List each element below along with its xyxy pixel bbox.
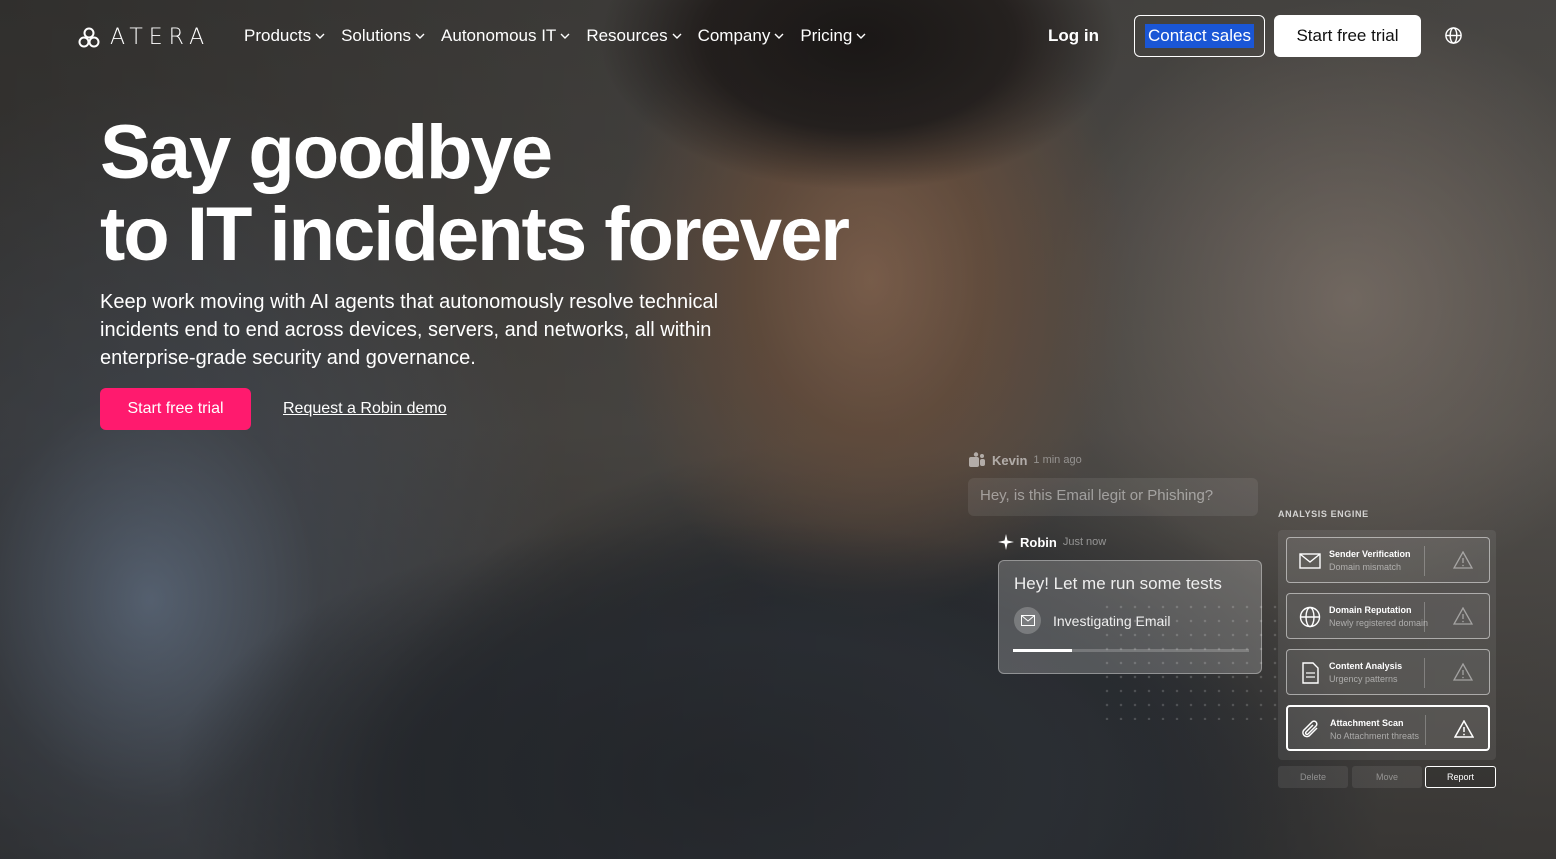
mail-icon bbox=[1299, 553, 1321, 569]
kevin-time: 1 min ago bbox=[1033, 454, 1082, 466]
warning-icon bbox=[1454, 720, 1474, 738]
chevron-down-icon bbox=[856, 33, 866, 39]
logo-mark-icon bbox=[78, 27, 100, 47]
divider bbox=[1425, 715, 1426, 745]
nav-resources-label: Resources bbox=[586, 26, 668, 45]
logo[interactable]: ATERA bbox=[78, 25, 210, 50]
nav-pricing-label: Pricing bbox=[800, 26, 853, 45]
nav-pricing[interactable]: Pricing bbox=[800, 26, 866, 46]
check-name: Domain Reputation bbox=[1329, 605, 1412, 615]
check-desc: No Attachment threats bbox=[1330, 731, 1420, 741]
move-button[interactable]: Move bbox=[1352, 766, 1422, 788]
nav-autonomous-it-label: Autonomous IT bbox=[441, 26, 557, 45]
mail-icon bbox=[1014, 607, 1041, 634]
kevin-name: Kevin bbox=[992, 452, 1028, 468]
paperclip-icon bbox=[1302, 720, 1318, 738]
check-desc: Domain mismatch bbox=[1329, 562, 1402, 572]
check-name: Content Analysis bbox=[1329, 661, 1403, 671]
document-icon bbox=[1302, 662, 1319, 684]
analysis-engine-title: ANALYSIS ENGINE bbox=[1278, 509, 1369, 519]
investigation-progress-fill bbox=[1013, 649, 1072, 652]
request-demo-link[interactable]: Request a Robin demo bbox=[283, 400, 447, 418]
nav-company-label: Company bbox=[697, 26, 771, 45]
robin-message: Hey! Let me run some tests bbox=[1014, 574, 1222, 593]
teams-icon bbox=[969, 452, 985, 467]
hero-subtitle: Keep work moving with AI agents that aut… bbox=[100, 291, 719, 369]
nav-resources[interactable]: Resources bbox=[586, 26, 682, 46]
check-attachment-scan[interactable]: Attachment Scan No Attachment threats bbox=[1286, 705, 1490, 751]
contact-sales-label: Contact sales bbox=[1145, 24, 1254, 48]
chevron-down-icon bbox=[315, 33, 325, 39]
chevron-down-icon bbox=[774, 33, 784, 39]
nav-menu: Products Solutions Autonomous IT Resourc… bbox=[244, 26, 866, 46]
chevron-down-icon bbox=[415, 33, 425, 39]
kevin-header: Kevin 1 min ago bbox=[968, 452, 1082, 468]
check-domain-reputation[interactable]: Domain Reputation Newly registered domai… bbox=[1286, 593, 1490, 639]
check-name: Attachment Scan bbox=[1330, 718, 1404, 728]
check-desc: Urgency patterns bbox=[1329, 674, 1398, 684]
warning-icon bbox=[1453, 607, 1473, 625]
globe-icon bbox=[1299, 606, 1321, 628]
nav-products[interactable]: Products bbox=[244, 26, 325, 46]
nav-start-trial-button[interactable]: Start free trial bbox=[1274, 15, 1421, 57]
kevin-message: Hey, is this Email legit or Phishing? bbox=[968, 478, 1258, 516]
start-trial-button[interactable]: Start free trial bbox=[100, 388, 251, 430]
hero-title: Say goodbye to IT incidents forever bbox=[100, 110, 850, 277]
divider bbox=[1424, 546, 1425, 576]
nav-solutions[interactable]: Solutions bbox=[341, 26, 425, 46]
contact-sales-button[interactable]: Contact sales bbox=[1134, 15, 1265, 57]
logo-text: ATERA bbox=[110, 25, 211, 50]
chevron-down-icon bbox=[560, 33, 570, 39]
nav-autonomous-it[interactable]: Autonomous IT bbox=[441, 26, 570, 46]
robin-header: Robin Just now bbox=[998, 534, 1106, 550]
check-content-analysis[interactable]: Content Analysis Urgency patterns bbox=[1286, 649, 1490, 695]
hero-title-line1: Say goodbye bbox=[100, 110, 553, 195]
check-desc: Newly registered domain bbox=[1329, 618, 1429, 628]
login-link[interactable]: Log in bbox=[1048, 26, 1099, 46]
divider bbox=[1424, 658, 1425, 688]
dot-grid-decoration bbox=[1100, 600, 1280, 720]
nav-products-label: Products bbox=[244, 26, 312, 45]
warning-icon bbox=[1453, 551, 1473, 569]
globe-icon[interactable] bbox=[1444, 26, 1463, 45]
divider bbox=[1424, 602, 1425, 632]
report-button[interactable]: Report bbox=[1425, 766, 1496, 788]
check-sender-verification[interactable]: Sender Verification Domain mismatch bbox=[1286, 537, 1490, 583]
delete-button[interactable]: Delete bbox=[1278, 766, 1348, 788]
warning-icon bbox=[1453, 663, 1473, 681]
hero-title-line2: to IT incidents forever bbox=[100, 192, 850, 277]
sparkle-icon bbox=[998, 534, 1014, 550]
robin-name: Robin bbox=[1020, 534, 1057, 550]
nav-solutions-label: Solutions bbox=[341, 26, 412, 45]
robin-time: Just now bbox=[1062, 536, 1107, 548]
nav-company[interactable]: Company bbox=[698, 26, 785, 46]
chevron-down-icon bbox=[672, 33, 682, 39]
check-name: Sender Verification bbox=[1329, 549, 1411, 559]
top-nav: ATERA Products Solutions Autonomous IT R… bbox=[0, 0, 1556, 72]
